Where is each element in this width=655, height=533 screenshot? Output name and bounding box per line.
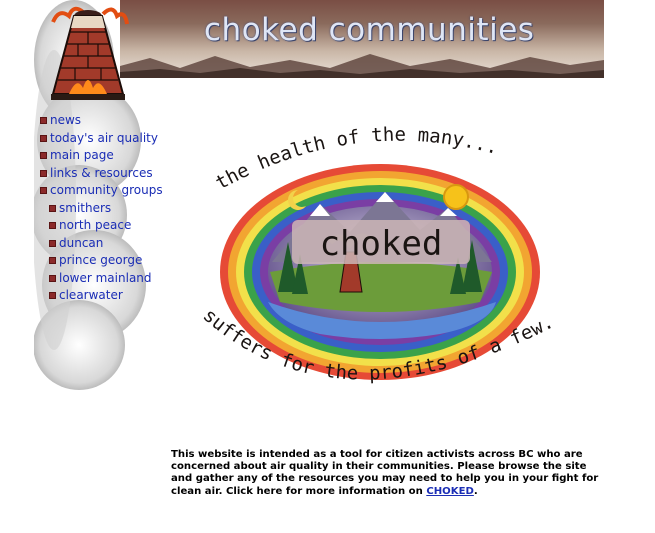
intro-text: This website is intended as a tool for c… xyxy=(171,449,599,497)
bullet-icon xyxy=(49,292,56,300)
nav-item-north-peace[interactable]: north peace xyxy=(40,217,163,235)
choked-info-link[interactable]: CHOKED xyxy=(426,486,474,497)
smokestack-logo xyxy=(51,6,129,100)
bullet-icon xyxy=(49,222,56,230)
bullet-icon xyxy=(40,187,47,195)
choked-artwork: choked the health of the many... suffers… xyxy=(199,124,557,385)
bullet-icon xyxy=(40,152,47,160)
nav-link[interactable]: links & resources xyxy=(50,165,153,183)
bullet-icon xyxy=(49,239,56,247)
nav-item-air-quality[interactable]: today's air quality xyxy=(40,130,163,148)
nav-item-community-groups[interactable]: community groups xyxy=(40,182,163,200)
mountain-silhouette xyxy=(120,54,604,78)
page-title: choked communities xyxy=(204,12,535,48)
nav-link[interactable]: prince george xyxy=(59,252,142,270)
nav-link[interactable]: north peace xyxy=(59,217,131,235)
bullet-icon xyxy=(49,274,56,282)
nav-link[interactable]: today's air quality xyxy=(50,130,158,148)
bullet-icon xyxy=(40,134,47,142)
nav-link[interactable]: clearwater xyxy=(59,287,123,305)
sidebar-nav: news today's air quality main page links… xyxy=(40,112,163,305)
nav-item-prince-george[interactable]: prince george xyxy=(40,252,163,270)
art-center-text: choked xyxy=(320,224,443,264)
bullet-icon xyxy=(40,117,47,125)
nav-item-duncan[interactable]: duncan xyxy=(40,235,163,253)
nav-item-smithers[interactable]: smithers xyxy=(40,200,163,218)
header-banner: choked communities xyxy=(120,0,604,78)
nav-item-clearwater[interactable]: clearwater xyxy=(40,287,163,305)
bullet-icon xyxy=(40,169,47,177)
nav-link[interactable]: community groups xyxy=(50,182,163,200)
nav-link[interactable]: smithers xyxy=(59,200,111,218)
intro-paragraph: This website is intended as a tool for c… xyxy=(171,449,607,498)
nav-link[interactable]: main page xyxy=(50,147,114,165)
nav-link[interactable]: lower mainland xyxy=(59,270,152,288)
intro-end: . xyxy=(473,485,478,497)
bullet-icon xyxy=(49,204,56,212)
bullet-icon xyxy=(49,257,56,265)
nav-item-main-page[interactable]: main page xyxy=(40,147,163,165)
nav-item-lower-mainland[interactable]: lower mainland xyxy=(40,270,163,288)
nav-link[interactable]: duncan xyxy=(59,235,103,253)
nav-item-news[interactable]: news xyxy=(40,112,163,130)
nav-item-links-resources[interactable]: links & resources xyxy=(40,165,163,183)
nav-link[interactable]: news xyxy=(50,112,81,130)
